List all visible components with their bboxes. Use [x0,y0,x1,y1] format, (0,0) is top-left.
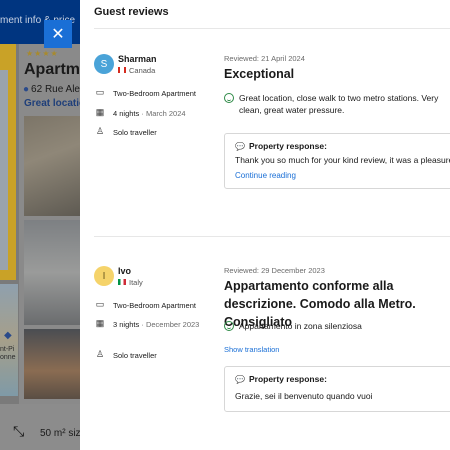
map-label: nt-Pi onne [0,346,16,361]
reviewer-country: Canada [118,66,155,75]
positive-text: Great location, close walk to two metro … [239,93,439,115]
review-item: I Ivo Italy ▭ Two-Bedroom Apartment ▦ 3 … [80,266,450,450]
facilities-bar [0,404,80,450]
traveller-text: Solo traveller [113,351,157,360]
canada-flag-icon [118,67,126,73]
review-item: S Sharman Canada ▭ Two-Bedroom Apartment… [80,54,450,234]
property-address: ● 62 Rue Alex [23,84,80,95]
property-photo-bathroom[interactable] [24,220,80,325]
background-page: ment info & price ★★★★ Apartme ●62 Rue A… [0,0,80,450]
review-date: Reviewed: 21 April 2024 [224,54,305,63]
avatar: S [94,54,114,74]
reviewer-name: Sharman [118,54,157,64]
response-title-text: Property response: [248,374,327,384]
stay-nights: 4 nights [113,109,140,118]
review-date: Reviewed: 29 December 2023 [224,266,325,275]
reviewer-name: Ivo [118,266,132,276]
property-photo-staircase[interactable] [24,116,80,216]
person-icon: ♙ [95,349,105,359]
close-button[interactable]: ✕ [44,20,72,48]
avatar: I [94,266,114,286]
property-response: 💬 Property response: Thank you so much fo… [224,133,450,189]
speech-bubble-icon: 💬 [235,375,245,384]
stay-text: 3 nights · December 2023 [113,320,200,329]
bed-icon: ▭ [95,299,105,309]
calendar-icon: ▦ [95,107,105,117]
property-response: 💬 Property response: Grazie, sei il benve… [224,366,450,412]
review-divider [94,236,450,237]
speech-bubble-icon: 💬 [235,142,245,151]
map-pin-icon: ◆ [4,330,12,341]
calendar-icon: ▦ [95,318,105,328]
stay-date: December 2023 [145,320,200,329]
show-translation-link[interactable]: Show translation [224,345,279,354]
reviewer-country: Italy [118,278,143,287]
review-headline: Exceptional [224,67,295,81]
room-text: Two-Bedroom Apartment [113,89,196,98]
size-icon: ⤡ [13,423,25,439]
header-divider [94,28,450,29]
response-text: Grazie, sei il benvenuto quando vuoi [235,391,373,401]
country-text: Canada [129,66,156,75]
smile-icon [224,321,234,331]
positive-text: Appartamento in zona silenziosa [239,321,362,331]
location-pin-icon: ● [23,84,30,95]
star-rating: ★★★★ [26,49,59,58]
response-title-text: Property response: [248,141,327,151]
booking-form [0,70,10,270]
stay-nights: 3 nights [113,320,140,329]
location-tagline[interactable]: Great location [24,98,80,109]
country-text: Italy [129,278,143,287]
bed-icon: ▭ [95,87,105,97]
property-photo-living-room[interactable] [24,329,80,399]
close-icon: ✕ [51,26,65,43]
response-title: 💬 Property response: [235,374,327,384]
stay-date: March 2024 [145,109,186,118]
continue-reading-link[interactable]: Continue reading [235,171,296,180]
address-text: 62 Rue Alex [31,84,80,95]
guest-reviews-panel: Guest reviews S Sharman Canada ▭ Two-Bed… [80,0,450,450]
italy-flag-icon [118,279,126,285]
stay-text: 4 nights · March 2024 [113,109,186,118]
response-text: Thank you so much for your kind review, … [235,155,450,165]
person-icon: ♙ [95,126,105,136]
property-title: Apartme [24,61,80,78]
panel-title: Guest reviews [94,6,169,18]
traveller-text: Solo traveller [113,128,157,137]
response-title: 💬 Property response: [235,141,327,151]
size-label: 50 m² size [40,428,80,439]
room-text: Two-Bedroom Apartment [113,301,196,310]
smile-icon [224,93,234,103]
